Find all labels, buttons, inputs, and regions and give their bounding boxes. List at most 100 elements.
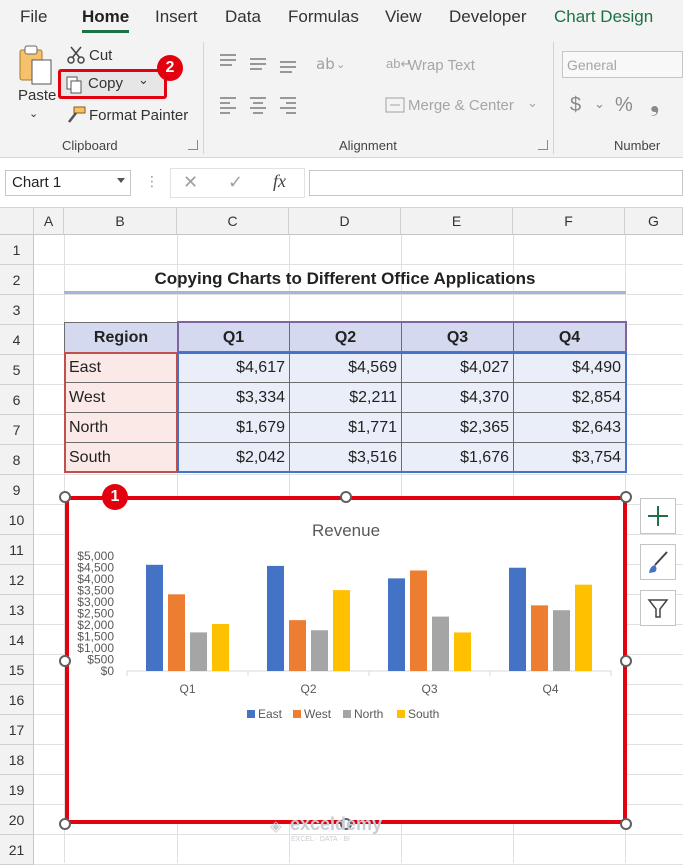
tab-developer[interactable]: Developer xyxy=(449,7,527,27)
tab-chart-design[interactable]: Chart Design xyxy=(554,7,653,27)
tab-view[interactable]: View xyxy=(385,7,422,27)
svg-text:ab: ab xyxy=(316,55,335,73)
column-header-a[interactable]: A xyxy=(34,208,64,235)
plus-icon xyxy=(648,506,668,526)
row-header-1[interactable]: 1 xyxy=(0,235,34,265)
format-painter-button[interactable]: Format Painter xyxy=(89,107,188,124)
alignment-launcher-icon[interactable] xyxy=(538,140,548,150)
name-box-value: Chart 1 xyxy=(12,174,62,191)
merge-dropdown-icon[interactable]: ⌄ xyxy=(527,95,538,111)
enter-icon[interactable]: ✓ xyxy=(228,172,243,193)
bar-west-q2 xyxy=(289,620,306,671)
row-header-21[interactable]: 21 xyxy=(0,835,34,865)
clipboard-group-label: Clipboard xyxy=(62,138,118,153)
row-header-9[interactable]: 9 xyxy=(0,475,34,505)
comma-button[interactable]: ❟ xyxy=(650,90,659,118)
chart-title: Revenue xyxy=(312,521,380,540)
row-header-18[interactable]: 18 xyxy=(0,745,34,775)
series-name-range-highlight xyxy=(177,321,627,353)
tab-file[interactable]: File xyxy=(20,7,47,27)
merge-center-button[interactable]: Merge & Center xyxy=(408,97,514,114)
group-separator xyxy=(553,42,554,154)
resize-handle-top-left[interactable] xyxy=(59,491,71,503)
row-header-20[interactable]: 20 xyxy=(0,805,34,835)
spreadsheet-grid[interactable]: ABCDEFG 1 2 3 4 5 6 7 8 9 10 11 12 13 14 15 16 17 18 19 20 2… xyxy=(0,208,683,865)
row-header-3[interactable]: 3 xyxy=(0,295,34,325)
column-header-f[interactable]: F xyxy=(513,208,625,235)
wrap-text-button[interactable]: Wrap Text xyxy=(408,57,475,74)
row-header-6[interactable]: 6 xyxy=(0,385,34,415)
formula-input[interactable] xyxy=(309,170,683,196)
tab-formulas[interactable]: Formulas xyxy=(288,7,359,27)
row-header-5[interactable]: 5 xyxy=(0,355,34,385)
row-header-17[interactable]: 17 xyxy=(0,715,34,745)
gridline-horizontal xyxy=(34,474,683,475)
insert-function-icon[interactable]: fx xyxy=(273,171,286,192)
paste-icon[interactable] xyxy=(18,44,54,88)
format-painter-icon[interactable] xyxy=(66,106,86,124)
row-header-4[interactable]: 4 xyxy=(0,325,34,355)
horizontal-align-icons[interactable] xyxy=(218,94,308,116)
step-badge-1: 1 xyxy=(102,484,128,510)
row-header-19[interactable]: 19 xyxy=(0,775,34,805)
resize-handle-top[interactable] xyxy=(340,491,352,503)
chart-area[interactable]: Revenue $0 $500 $1,000 $1,500 $2,000 $2,500 $3,… xyxy=(65,496,627,824)
row-header-2[interactable]: 2 xyxy=(0,265,34,295)
name-box[interactable]: Chart 1 xyxy=(5,170,131,196)
tab-data[interactable]: Data xyxy=(225,7,261,27)
percent-button[interactable]: % xyxy=(615,94,633,117)
gridline-horizontal xyxy=(34,294,683,295)
tab-home[interactable]: Home xyxy=(82,7,130,33)
resize-handle-left[interactable] xyxy=(59,655,71,667)
legend-swatch-south xyxy=(397,710,405,718)
column-header-g[interactable]: G xyxy=(625,208,683,235)
header-cell[interactable]: Region xyxy=(64,322,178,353)
cancel-icon[interactable]: ✕ xyxy=(183,172,198,193)
resize-handle-top-right[interactable] xyxy=(620,491,632,503)
column-header-e[interactable]: E xyxy=(401,208,513,235)
group-separator xyxy=(203,42,204,154)
currency-dropdown-icon[interactable]: ⌄ xyxy=(594,96,605,112)
tab-insert[interactable]: Insert xyxy=(155,7,198,27)
column-header-d[interactable]: D xyxy=(289,208,401,235)
resize-handle-bottom-right[interactable] xyxy=(620,818,632,830)
exceldemy-logo-icon: ◈ xyxy=(270,818,282,835)
column-header-c[interactable]: C xyxy=(177,208,289,235)
paste-button[interactable]: Paste xyxy=(18,87,56,104)
copy-button[interactable]: Copy ⌄ xyxy=(58,69,167,99)
sheet-title[interactable]: Copying Charts to Different Office Appli… xyxy=(64,264,626,294)
resize-handle-bottom-left[interactable] xyxy=(59,818,71,830)
paste-dropdown-icon[interactable]: ⌄ xyxy=(29,107,38,120)
row-header-10[interactable]: 10 xyxy=(0,505,34,535)
chart-filters-button[interactable] xyxy=(640,590,676,626)
formula-controls: ✕ ✓ fx xyxy=(170,168,305,198)
clipboard-launcher-icon[interactable] xyxy=(188,140,198,150)
chart-styles-button[interactable] xyxy=(640,544,676,580)
select-all-corner[interactable] xyxy=(0,208,34,235)
row-header-11[interactable]: 11 xyxy=(0,535,34,565)
row-header-14[interactable]: 14 xyxy=(0,625,34,655)
row-header-8[interactable]: 8 xyxy=(0,445,34,475)
row-header-12[interactable]: 12 xyxy=(0,565,34,595)
formula-bar: Chart 1 ⋮ ✕ ✓ fx xyxy=(0,158,683,208)
legend-label-west: West xyxy=(304,707,332,721)
vertical-align-icons[interactable] xyxy=(218,52,308,74)
row-header-7[interactable]: 7 xyxy=(0,415,34,445)
column-header-b[interactable]: B xyxy=(64,208,177,235)
bar-west-q1 xyxy=(168,594,185,671)
copy-dropdown-icon[interactable]: ⌄ xyxy=(138,72,149,88)
resize-handle-right[interactable] xyxy=(620,655,632,667)
row-header-16[interactable]: 16 xyxy=(0,685,34,715)
orientation-icon[interactable]: ab ⌄ xyxy=(314,52,350,74)
name-box-dropdown-icon[interactable] xyxy=(117,178,125,183)
row-header-15[interactable]: 15 xyxy=(0,655,34,685)
x-tick-label: Q4 xyxy=(542,682,558,696)
row-header-13[interactable]: 13 xyxy=(0,595,34,625)
cut-icon[interactable] xyxy=(67,46,85,64)
chart-elements-button[interactable] xyxy=(640,498,676,534)
cut-button[interactable]: Cut xyxy=(89,47,112,64)
currency-button[interactable]: $ xyxy=(570,94,581,117)
number-format-select[interactable]: General xyxy=(562,51,683,78)
bar-west-q3 xyxy=(410,570,427,671)
legend-label-east: East xyxy=(258,707,283,721)
